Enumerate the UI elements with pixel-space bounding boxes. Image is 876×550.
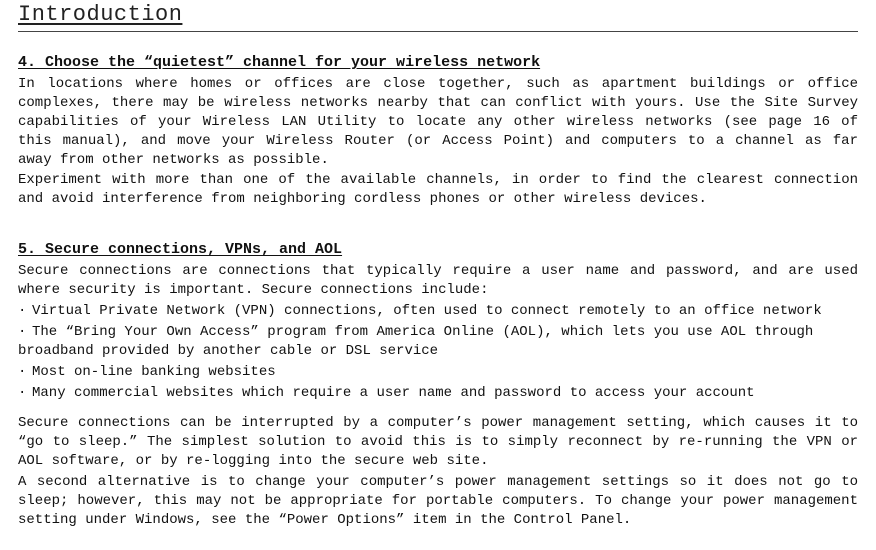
list-item: ·The “Bring Your Own Access” program fro… — [18, 323, 858, 361]
section-5-intro: Secure connections are connections that … — [18, 262, 858, 300]
chapter-title: Introduction — [18, 0, 858, 32]
bullet-text: Most on-line banking websites — [32, 364, 276, 380]
section-4-paragraph-2: Experiment with more than one of the ava… — [18, 171, 858, 209]
section-5-paragraph-a: Secure connections can be interrupted by… — [18, 414, 858, 471]
section-4-heading: 4. Choose the “quietest” channel for you… — [18, 54, 858, 71]
bullet-text: Virtual Private Network (VPN) connection… — [32, 303, 822, 319]
section-5-heading: 5. Secure connections, VPNs, and AOL — [18, 241, 858, 258]
bullet-text: The “Bring Your Own Access” program from… — [18, 324, 813, 359]
list-item: ·Many commercial websites which require … — [18, 384, 858, 403]
list-item: ·Virtual Private Network (VPN) connectio… — [18, 302, 858, 321]
bullet-icon: · — [18, 384, 32, 403]
bullet-icon: · — [18, 302, 32, 321]
list-item: ·Most on-line banking websites — [18, 363, 858, 382]
bullet-icon: · — [18, 323, 32, 342]
bullet-icon: · — [18, 363, 32, 382]
bullet-text: Many commercial websites which require a… — [32, 385, 755, 401]
section-5-paragraph-b: A second alternative is to change your c… — [18, 473, 858, 530]
document-page: Introduction 4. Choose the “quietest” ch… — [0, 0, 876, 550]
section-4-paragraph-1: In locations where homes or offices are … — [18, 75, 858, 169]
